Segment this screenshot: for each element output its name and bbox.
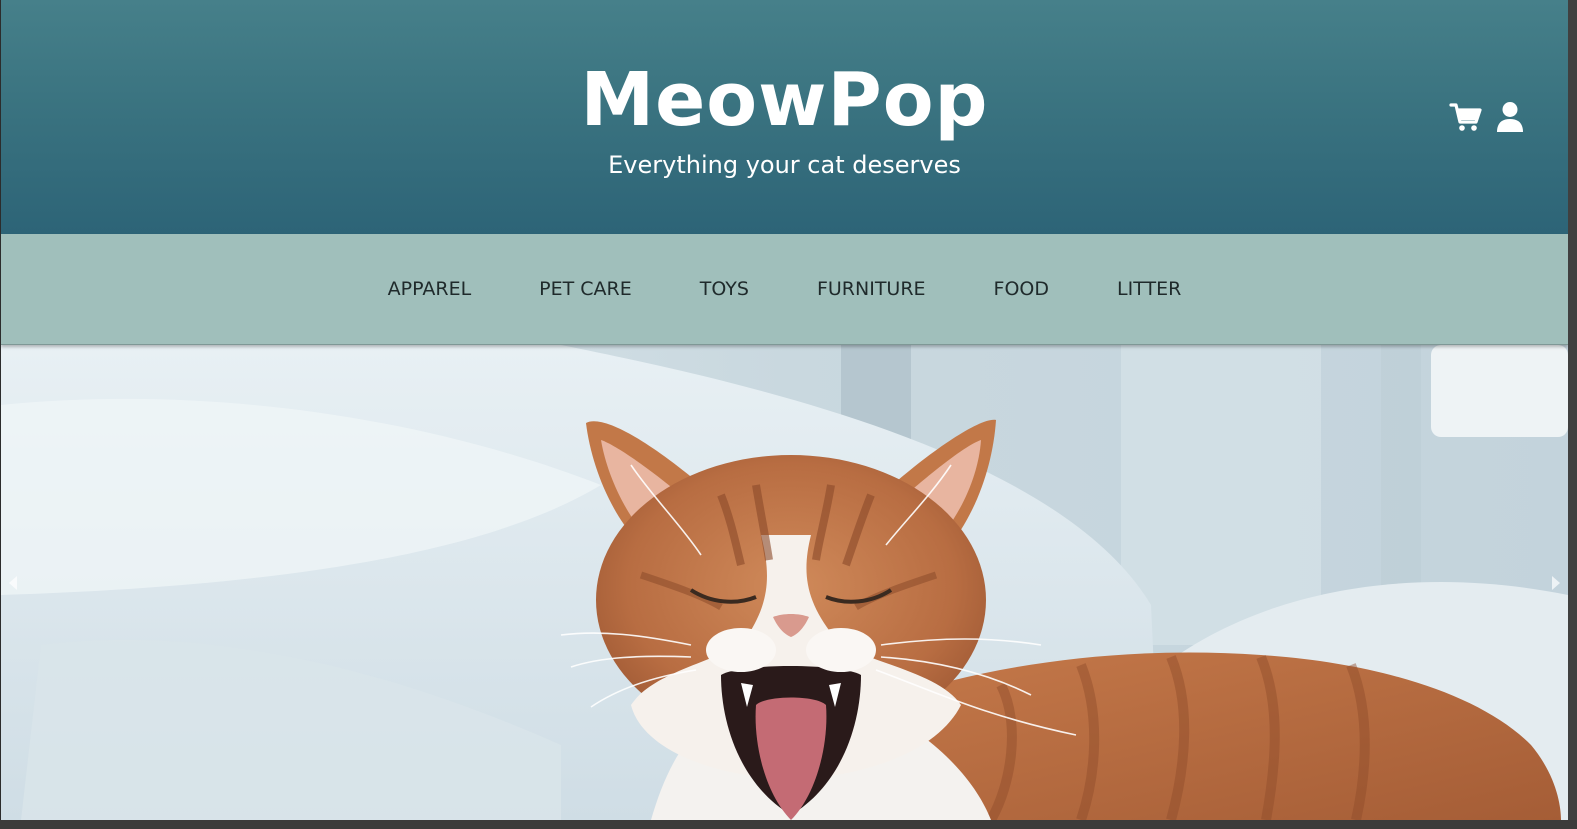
header-actions	[1449, 100, 1527, 134]
chevron-left-icon	[9, 575, 17, 590]
hero-image	[1, 345, 1568, 820]
nav-item-apparel[interactable]: APPAREL	[388, 276, 472, 302]
chevron-right-icon	[1552, 575, 1560, 590]
nav-item-furniture[interactable]: FURNITURE	[817, 276, 926, 302]
nav-item-litter[interactable]: LITTER	[1117, 276, 1181, 302]
nav-item-food[interactable]: FOOD	[994, 276, 1049, 302]
site-header: MeowPop Everything your cat deserves	[1, 0, 1568, 234]
nav-item-pet-care[interactable]: PET CARE	[539, 276, 632, 302]
scrollbar-track[interactable]	[1568, 0, 1577, 829]
nav-item-toys[interactable]: TOYS	[700, 276, 749, 302]
brand-tagline: Everything your cat deserves	[608, 151, 961, 179]
window-bottom-edge	[0, 820, 1577, 829]
category-nav-list: APPAREL PET CARE TOYS FURNITURE FOOD LIT…	[1, 276, 1568, 302]
carousel-prev-button[interactable]	[1, 345, 25, 820]
browser-viewport: MeowPop Everything your cat deserves APP…	[1, 0, 1568, 820]
user-icon[interactable]	[1493, 100, 1527, 134]
cart-icon[interactable]	[1449, 100, 1483, 134]
hero-carousel	[1, 345, 1568, 820]
category-nav: APPAREL PET CARE TOYS FURNITURE FOOD LIT…	[1, 234, 1568, 345]
carousel-next-button[interactable]	[1544, 345, 1568, 820]
page: MeowPop Everything your cat deserves APP…	[0, 0, 1577, 829]
brand-logo[interactable]: MeowPop	[1, 58, 1568, 142]
